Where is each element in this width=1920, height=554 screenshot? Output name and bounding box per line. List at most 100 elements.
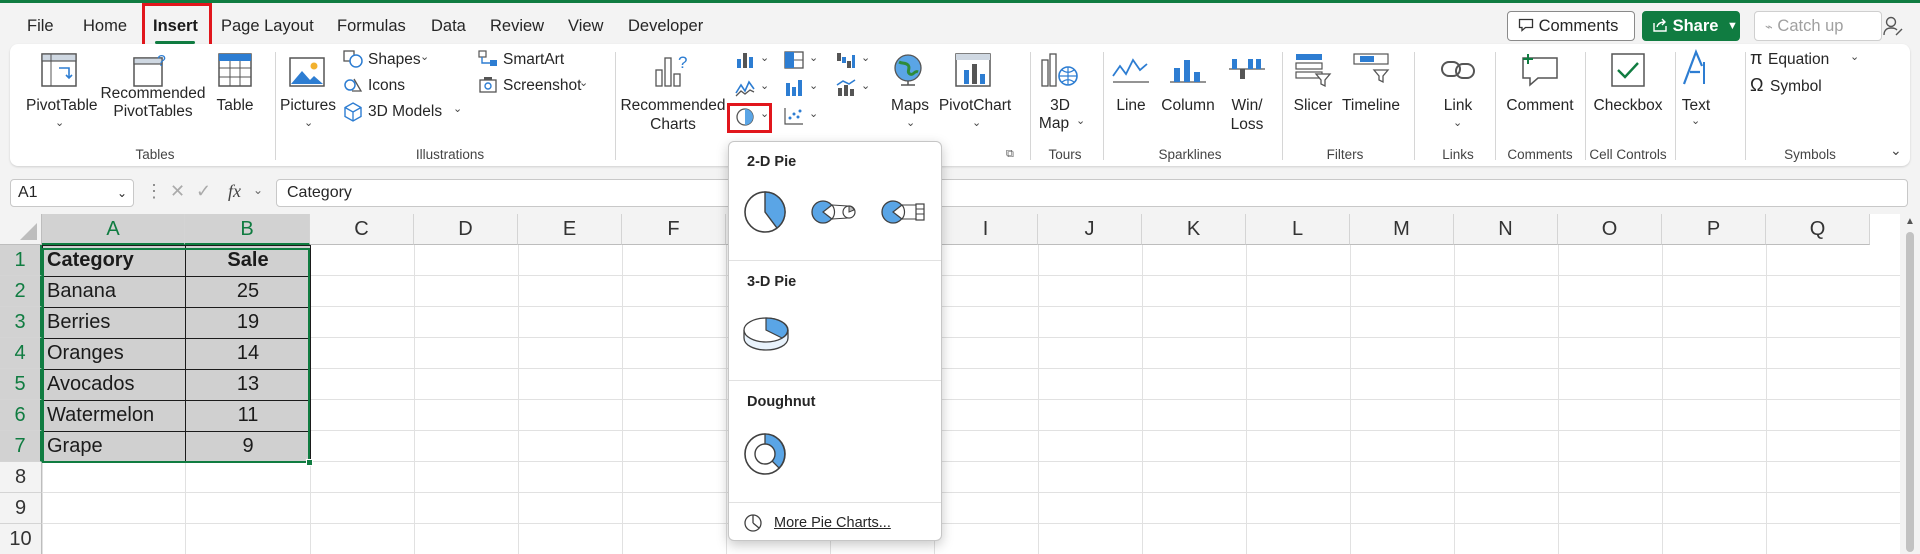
bar-of-pie-icon[interactable] (881, 198, 927, 226)
shapes-chevron-icon: ⌄ (420, 51, 430, 63)
fx-chevron-icon[interactable]: ⌄ (253, 183, 263, 197)
row-header-4[interactable]: 4 (0, 338, 42, 369)
column-header-e[interactable]: E (518, 214, 622, 245)
column-header-p[interactable]: P (1662, 214, 1766, 245)
group-separator (1585, 52, 1586, 160)
user-person-icon[interactable] (1882, 15, 1904, 37)
cancel-x-icon[interactable]: ✕ (170, 181, 185, 202)
hierarchy-chart-icon (784, 51, 804, 69)
smartart-label: SmartArt (503, 51, 565, 68)
scroll-thumb[interactable] (1906, 232, 1914, 552)
recommended-pivottables-label-1: Recommended (100, 85, 206, 102)
share-chevron-icon[interactable]: ▼ (1727, 12, 1738, 40)
row-header-5[interactable]: 5 (0, 369, 42, 400)
shapes-icon (343, 50, 363, 68)
row-header-10[interactable]: 10 (0, 524, 42, 554)
vertical-scrollbar[interactable]: ▲ (1900, 214, 1920, 554)
pivotchart-icon (955, 53, 991, 87)
enter-check-icon[interactable]: ✓ (196, 181, 211, 202)
new-comment-label: Comment (1506, 97, 1574, 114)
smartart-icon (478, 50, 497, 66)
tab-view[interactable]: View (568, 10, 603, 42)
name-box[interactable]: A1 ⌄ (10, 179, 134, 207)
formula-bar: A1 ⌄ ⋮ ✕ ✓ fx ⌄ Category (0, 176, 1920, 210)
table-border (310, 245, 311, 462)
ribbon-collapse-chevron-icon[interactable]: ⌄ (1890, 142, 1902, 159)
sparklines-group-label: Sparklines (1158, 147, 1222, 162)
column-header-o[interactable]: O (1558, 214, 1662, 245)
tab-home[interactable]: Home (83, 10, 127, 42)
recommended-charts-label-2: Charts (650, 116, 696, 133)
dropdown-separator (729, 260, 941, 261)
column-header-i[interactable]: I (934, 214, 1038, 245)
3d-map-label-1: 3D (1050, 97, 1070, 114)
pivottable-icon (41, 53, 77, 87)
column-header-d[interactable]: D (414, 214, 518, 245)
insert-function-fx-icon[interactable]: fx (228, 181, 241, 202)
dropdown-separator (729, 380, 941, 381)
svg-text:?: ? (678, 53, 687, 72)
row-header-7[interactable]: 7 (0, 431, 42, 462)
doughnut-icon[interactable] (743, 432, 787, 476)
formula-input[interactable]: Category (276, 179, 1908, 207)
illustrations-group-label: Illustrations (415, 147, 485, 162)
tab-data[interactable]: Data (431, 10, 466, 42)
column-header-m[interactable]: M (1350, 214, 1454, 245)
checkbox-label: Checkbox (1593, 97, 1663, 114)
comments-button[interactable]: Comments (1507, 11, 1635, 41)
dropdown-separator (729, 502, 941, 503)
selected-range (42, 248, 313, 466)
link-label: Link (1443, 97, 1473, 114)
column-header-l[interactable]: L (1246, 214, 1350, 245)
tab-formulas[interactable]: Formulas (337, 10, 406, 42)
new-comment-icon (1522, 54, 1558, 87)
maps-chevron-icon: ⌄ (906, 117, 916, 129)
row-header-2[interactable]: 2 (0, 276, 42, 307)
fill-handle[interactable] (306, 459, 313, 466)
cell-controls-group-label: Cell Controls (1589, 147, 1667, 162)
pie-of-pie-icon[interactable] (811, 198, 857, 226)
pie-3d-icon[interactable] (743, 314, 789, 352)
charts-dialog-launcher-icon[interactable]: ⧉ (1006, 148, 1014, 161)
sparkline-column-icon (1170, 60, 1206, 83)
hierarchy-chart-chevron-icon: ⌄ (809, 52, 819, 64)
name-box-chevron-icon[interactable]: ⌄ (117, 180, 127, 206)
column-header-c[interactable]: C (310, 214, 414, 245)
share-button[interactable]: Share ▼ (1642, 11, 1740, 41)
column-header-b[interactable]: B (185, 214, 310, 245)
row-header-9[interactable]: 9 (0, 493, 42, 524)
more-options-icon[interactable]: ⋮ (145, 181, 163, 202)
row-header-3[interactable]: 3 (0, 307, 42, 338)
pictures-label: Pictures (280, 97, 336, 114)
excel-window: File Home Insert Page Layout Formulas Da… (0, 0, 1920, 554)
catch-up-button[interactable]: ⌁ Catch up (1754, 11, 1882, 41)
statistic-chart-chevron-icon: ⌄ (809, 80, 819, 92)
link-icon (1441, 61, 1475, 79)
column-header-q[interactable]: Q (1766, 214, 1870, 245)
column-header-k[interactable]: K (1142, 214, 1246, 245)
column-header-a[interactable]: A (42, 214, 185, 245)
column-header-f[interactable]: F (622, 214, 726, 245)
line-chart-chevron-icon: ⌄ (760, 80, 770, 92)
group-separator (615, 52, 616, 160)
pivottable-chevron-icon: ⌄ (55, 117, 65, 129)
tab-file[interactable]: File (27, 10, 54, 42)
tab-developer[interactable]: Developer (628, 10, 703, 42)
scroll-up-arrow-icon[interactable]: ▲ (1905, 216, 1915, 227)
row-header-1[interactable]: 1 (0, 245, 42, 276)
pie-2d-icon[interactable] (743, 190, 787, 234)
tab-review[interactable]: Review (490, 10, 544, 42)
recommended-pivottables-label-2: PivotTables (113, 103, 193, 120)
column-header-n[interactable]: N (1454, 214, 1558, 245)
column-header-j[interactable]: J (1038, 214, 1142, 245)
comments-label: Comments (1538, 17, 1619, 35)
row-header-8[interactable]: 8 (0, 462, 42, 493)
statistic-chart-icon (786, 80, 802, 96)
pie-chart-highlight (727, 103, 772, 133)
select-all-corner[interactable] (0, 214, 42, 245)
tab-page-layout[interactable]: Page Layout (221, 10, 314, 42)
icons-label: Icons (368, 77, 406, 94)
recommended-charts-icon: ? (655, 53, 687, 87)
row-header-6[interactable]: 6 (0, 400, 42, 431)
name-box-value: A1 (18, 184, 38, 201)
